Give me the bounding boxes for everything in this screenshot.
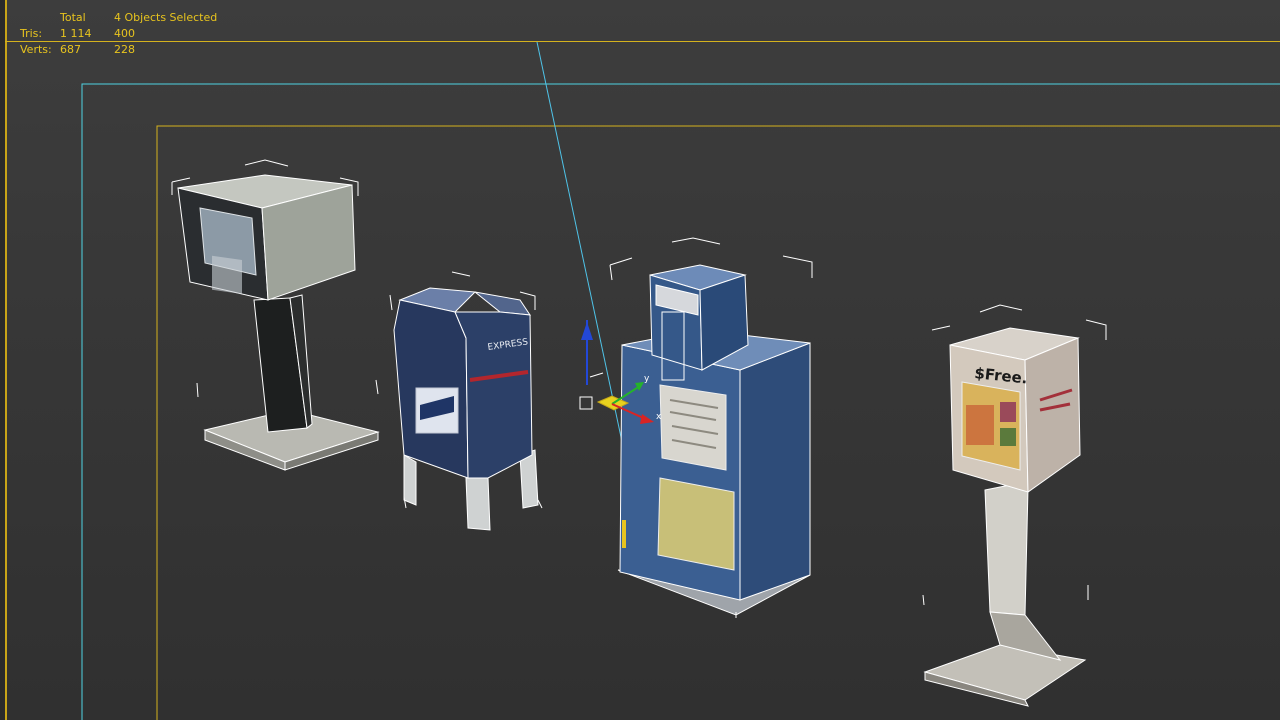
newspaper-vending-box-object[interactable] bbox=[609, 237, 813, 618]
free-magazine-stand-object[interactable]: $Free. bbox=[922, 304, 1107, 707]
gizmo-x-label: x bbox=[656, 412, 662, 422]
newspaper-stand-object[interactable] bbox=[171, 159, 380, 471]
3d-viewport[interactable]: Total 4 Objects Selected Tris: 1 114 400… bbox=[0, 0, 1280, 720]
gizmo-pivot-box[interactable] bbox=[579, 396, 593, 410]
scene-canvas: EXPRESS y x $Free. bbox=[81, 41, 1280, 720]
gizmo-y-label: y bbox=[644, 374, 650, 384]
mailbox-object[interactable]: EXPRESS bbox=[389, 271, 543, 531]
